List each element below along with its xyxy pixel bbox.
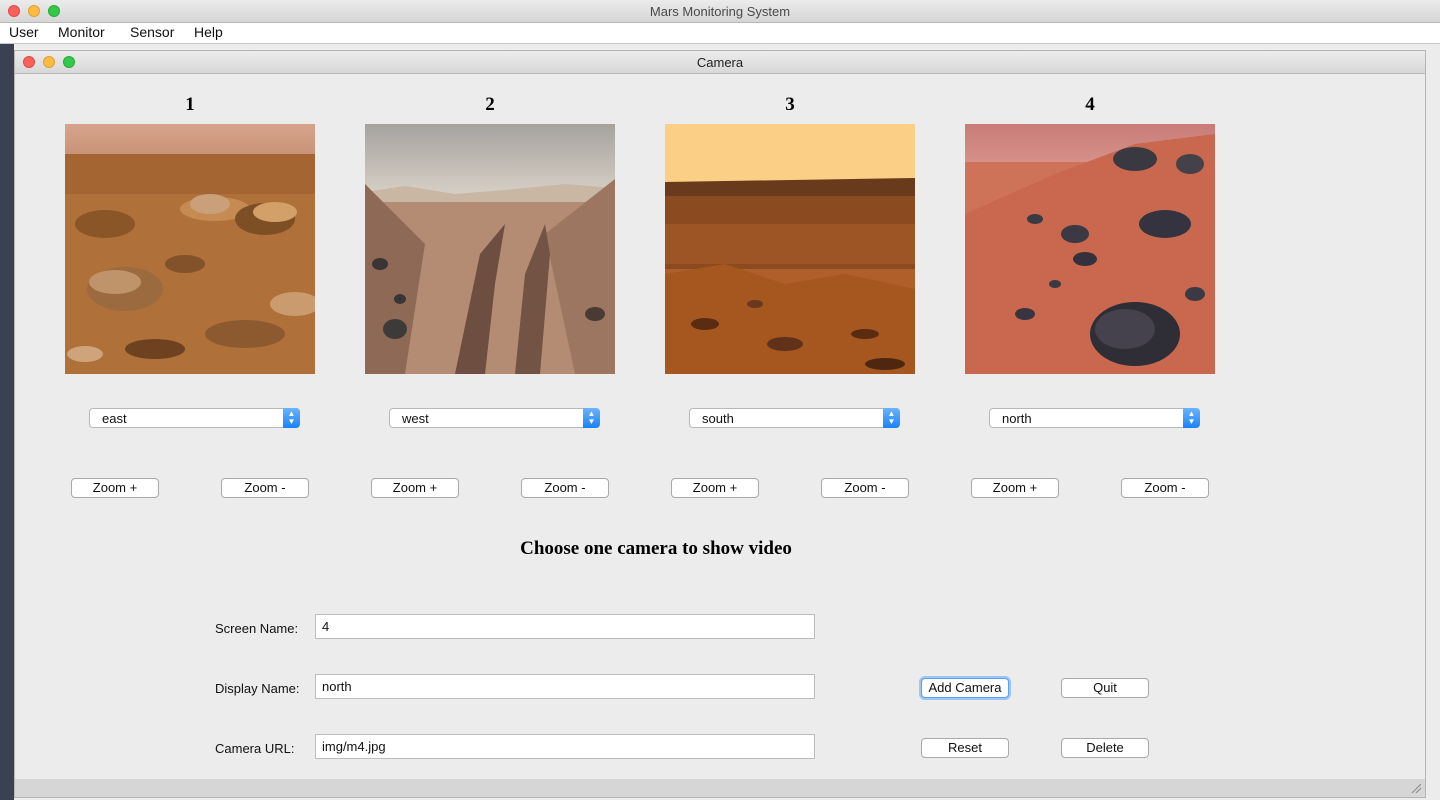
camera-2-zoom-out-button[interactable]: Zoom - (521, 478, 609, 498)
camera-3-number: 3 (785, 94, 795, 115)
reset-button[interactable]: Reset (921, 738, 1009, 758)
camera-2-direction-select[interactable]: west ▲ ▼ (389, 408, 600, 428)
camera-2-image[interactable] (365, 124, 615, 374)
camera-4-image[interactable] (965, 124, 1215, 374)
camera-3-image[interactable] (665, 124, 915, 374)
camera-url-field[interactable]: img/m4.jpg (315, 734, 815, 759)
chevron-up-down-icon[interactable]: ▲ ▼ (583, 408, 600, 428)
camera-2-direction-value: west (402, 411, 429, 426)
display-name-field[interactable]: north (315, 674, 815, 699)
resize-grip-icon[interactable] (1411, 783, 1421, 793)
camera-4-number: 4 (1085, 94, 1095, 115)
camera-3-direction-select[interactable]: south ▲ ▼ (689, 408, 900, 428)
camera-1-direction-value: east (102, 411, 127, 426)
menu-monitor[interactable]: Monitor (58, 24, 105, 40)
camera-1-image[interactable] (65, 124, 315, 374)
menu-sensor[interactable]: Sensor (130, 24, 174, 40)
camera-window-title: Camera (696, 55, 744, 70)
camera-1-zoom-in-button[interactable]: Zoom + (71, 478, 159, 498)
menu-user[interactable]: User (9, 24, 39, 40)
screen-name-label: Screen Name: (215, 621, 299, 636)
chevron-up-down-icon[interactable]: ▲ ▼ (1183, 408, 1200, 428)
quit-button[interactable]: Quit (1061, 678, 1149, 698)
window-status-bar (15, 779, 1425, 797)
camera-4-zoom-out-button[interactable]: Zoom - (1121, 478, 1209, 498)
app-title: Mars Monitoring System (649, 4, 791, 19)
app-titlebar: Mars Monitoring System (0, 0, 1440, 23)
camera-window: Camera 1 east ▲ ▼ Zoom + Zoom - 2 west ▲… (14, 50, 1426, 798)
video-selection-heading: Choose one camera to show video (520, 538, 792, 559)
camera-4-direction-value: north (1002, 411, 1032, 426)
camera-1-number: 1 (185, 94, 195, 115)
add-camera-button[interactable]: Add Camera (921, 678, 1009, 698)
camera-2-zoom-in-button[interactable]: Zoom + (371, 478, 459, 498)
camera-window-titlebar: Camera (15, 51, 1425, 74)
desktop-background (0, 44, 14, 800)
chevron-up-down-icon[interactable]: ▲ ▼ (883, 408, 900, 428)
camera-url-label: Camera URL: (215, 741, 295, 756)
camera-4-zoom-in-button[interactable]: Zoom + (971, 478, 1059, 498)
camera-2-number: 2 (485, 94, 495, 115)
menu-help[interactable]: Help (194, 24, 223, 40)
display-name-label: Display Name: (215, 681, 300, 696)
camera-1-direction-select[interactable]: east ▲ ▼ (89, 408, 300, 428)
screen-name-field[interactable]: 4 (315, 614, 815, 639)
camera-1-zoom-out-button[interactable]: Zoom - (221, 478, 309, 498)
camera-3-direction-value: south (702, 411, 734, 426)
delete-button[interactable]: Delete (1061, 738, 1149, 758)
chevron-up-down-icon[interactable]: ▲ ▼ (283, 408, 300, 428)
camera-4-direction-select[interactable]: north ▲ ▼ (989, 408, 1200, 428)
camera-3-zoom-out-button[interactable]: Zoom - (821, 478, 909, 498)
camera-3-zoom-in-button[interactable]: Zoom + (671, 478, 759, 498)
menu-bar: User Monitor Sensor Help (0, 23, 1440, 44)
